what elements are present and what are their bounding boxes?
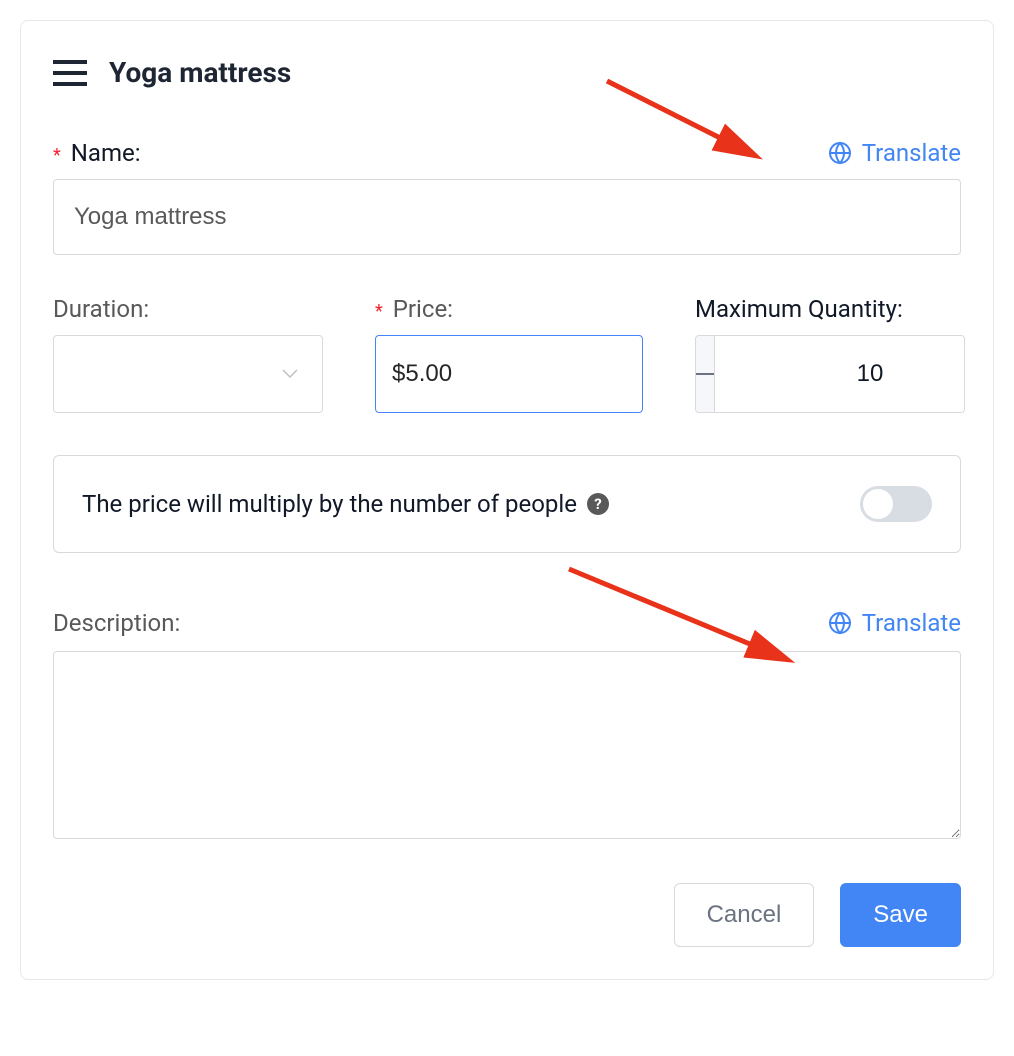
help-icon[interactable]: ? <box>587 493 609 515</box>
required-marker: * <box>53 145 61 166</box>
chevron-down-icon <box>282 369 298 379</box>
translate-label: Translate <box>862 139 961 167</box>
cancel-button[interactable]: Cancel <box>674 883 815 947</box>
quantity-decrement-button[interactable] <box>696 336 715 412</box>
translate-label: Translate <box>862 609 961 637</box>
price-multiply-text: The price will multiply by the number of… <box>82 490 609 518</box>
drag-handle-icon[interactable] <box>53 60 87 86</box>
description-section: Description: Translate <box>53 609 961 843</box>
translate-description-button[interactable]: Translate <box>828 609 961 637</box>
form-actions: Cancel Save <box>53 883 961 947</box>
quantity-stepper <box>695 335 965 413</box>
price-multiply-toggle[interactable] <box>860 486 932 522</box>
item-title: Yoga mattress <box>109 56 291 89</box>
globe-icon <box>828 611 852 635</box>
name-input[interactable] <box>53 179 961 255</box>
toggle-knob <box>863 489 893 519</box>
price-field: * Price: <box>375 295 643 413</box>
duration-select[interactable] <box>53 335 323 413</box>
name-field-header: * Name: Translate <box>53 139 961 167</box>
max-quantity-field: Maximum Quantity: <box>695 295 965 413</box>
price-multiply-row: The price will multiply by the number of… <box>53 455 961 553</box>
save-button[interactable]: Save <box>840 883 961 947</box>
minus-icon <box>696 373 714 375</box>
description-label: Description: <box>53 609 180 637</box>
quantity-input[interactable] <box>715 336 965 412</box>
attributes-row: Duration: * Price: Maximum Quantity: <box>53 295 961 413</box>
max-quantity-label: Maximum Quantity: <box>695 295 965 323</box>
duration-field: Duration: <box>53 295 323 413</box>
price-input[interactable] <box>375 335 643 413</box>
item-edit-panel: Yoga mattress * Name: Translate Duration… <box>20 20 994 980</box>
required-marker: * <box>375 301 383 322</box>
description-header: Description: Translate <box>53 609 961 637</box>
panel-header: Yoga mattress <box>53 56 961 89</box>
duration-label: Duration: <box>53 295 323 323</box>
globe-icon <box>828 141 852 165</box>
price-label: Price: <box>393 295 453 323</box>
translate-name-button[interactable]: Translate <box>828 139 961 167</box>
description-textarea[interactable] <box>53 651 961 839</box>
name-label: Name: <box>71 139 141 167</box>
